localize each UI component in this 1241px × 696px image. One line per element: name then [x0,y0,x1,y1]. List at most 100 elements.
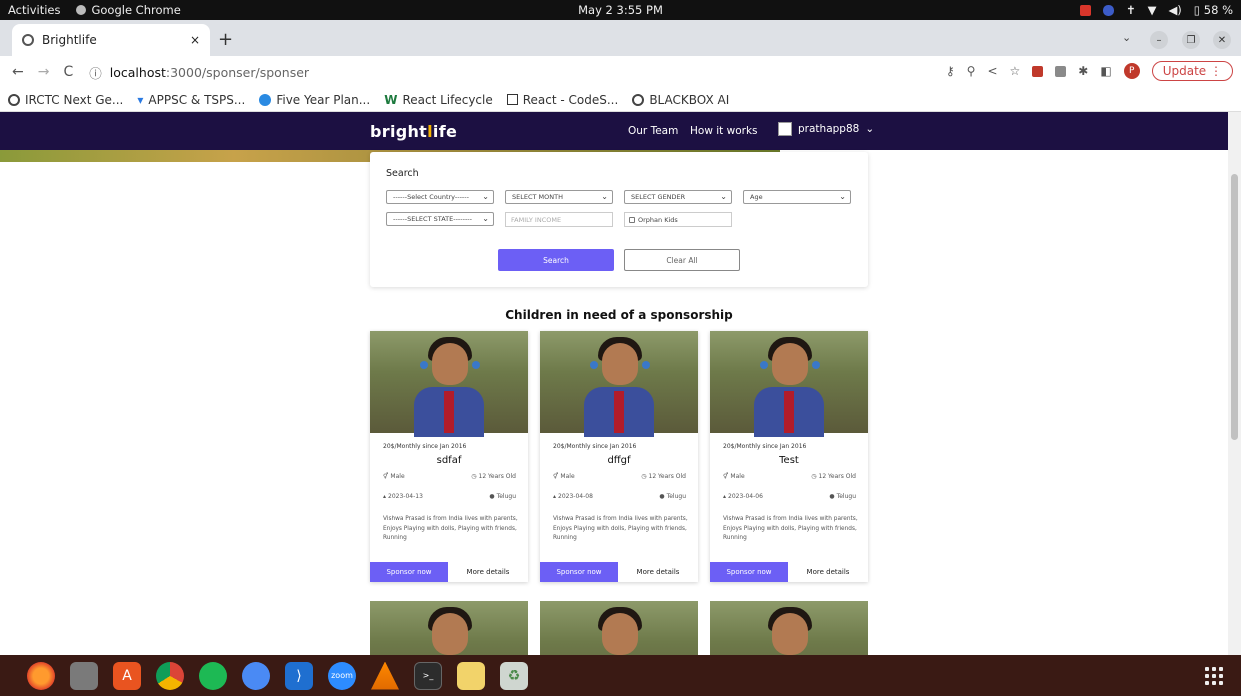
screen-record-icon [1079,4,1091,16]
date-info: ▴ 2023-04-13 [383,493,423,500]
brightlife-logo[interactable]: brightlife [370,122,457,141]
software-center-icon[interactable]: A [113,661,141,690]
battery-status: ▯ 58 % [1193,3,1233,17]
monthly-amount: 20$/Monthly since Jan 2016 [383,443,467,450]
back-arrow-icon[interactable]: ← [12,64,24,80]
more-details-button[interactable]: More details [448,562,528,582]
state-select[interactable]: ------SELECT STATE-------- ⌄ [386,212,494,226]
bookmark-star-icon[interactable]: ☆ [1010,64,1021,78]
sponsor-now-button[interactable]: Sponsor now [710,562,788,582]
section-title: Children in need of a sponsorship [505,308,733,322]
scrollbar-thumb[interactable] [1231,174,1238,440]
new-tab-button[interactable]: + [218,29,233,50]
country-select[interactable]: ------Select Country------ ⌄ [386,190,494,204]
month-select[interactable]: SELECT MONTH ⌄ [505,190,613,204]
gender-select[interactable]: SELECT GENDER ⌄ [624,190,732,204]
cake-icon: ▴ [723,493,727,500]
key-icon[interactable]: ⚷ [946,64,955,78]
profile-avatar[interactable]: P [1123,63,1140,79]
language-info: ● Telugu [489,493,516,500]
more-details-button[interactable]: More details [618,562,698,582]
globe-icon [632,93,645,106]
tab-brightlife[interactable]: Brightlife × [12,24,210,56]
files-icon[interactable] [70,661,98,690]
close-window-button[interactable]: ✕ [1213,31,1231,49]
side-panel-icon[interactable]: ◧ [1100,64,1111,78]
terminal-icon[interactable]: >_ [414,661,442,690]
url-field[interactable]: ⓘ localhost:3000/sponser/sponser [89,63,309,82]
gender-info: ⚥ Male [383,473,405,480]
child-photo [710,601,868,655]
chevron-down-icon: ⌄ [865,123,875,135]
chrome-icon[interactable] [156,661,184,690]
reload-icon[interactable]: C [63,64,73,80]
zoom-icon[interactable]: ⚲ [967,64,976,78]
child-photo [710,331,868,437]
child-card: 20$/Monthly since Jan 2016 Test ⚥ Male ◷ 1… [710,331,868,582]
zoom-icon[interactable]: zoom [328,661,356,690]
bookmark-react-lifecycle[interactable]: W React Lifecycle [384,93,493,107]
nav-how-it-works[interactable]: How it works [690,125,758,137]
monthly-amount: 20$/Monthly since Jan 2016 [553,443,637,450]
user-menu[interactable]: prathapp88 ⌄ [778,122,874,136]
clock-icon: ◷ [641,473,647,480]
update-button[interactable]: Update ⋮ [1151,61,1233,81]
chevron-down-icon: ⌄ [482,192,489,201]
show-apps-grid-icon[interactable] [1205,667,1223,685]
tab-search-chevron-icon[interactable]: ⌄ [1122,31,1131,44]
extensions-puzzle-icon[interactable]: ✱ [1078,64,1088,78]
app-menu[interactable]: Google Chrome [76,3,181,17]
user-name: prathapp88 [798,123,860,135]
chromium-icon[interactable] [242,661,270,690]
sponsor-now-button[interactable]: Sponsor now [540,562,618,582]
chat-icon: ● [829,493,835,500]
clear-all-button[interactable]: Clear All [624,249,740,271]
child-photo [370,331,528,437]
tab-close-button[interactable]: × [190,33,200,47]
taskbar: A ⟩ zoom >_ ♻ [0,655,1241,696]
battery-icon: ▯ [1193,3,1201,17]
search-button[interactable]: Search [498,249,614,271]
wifi-icon: ▼ [1147,3,1157,17]
vscode-icon[interactable]: ⟩ [285,661,313,690]
family-income-input[interactable]: FAMILY INCOME [505,212,613,227]
child-photo [370,601,528,655]
activities-button[interactable]: Activities [8,3,60,17]
globe-icon [22,34,34,46]
bookmark-react-codes[interactable]: React - CodeS... [506,93,618,107]
firefox-icon[interactable] [27,661,55,690]
globe-icon [8,93,20,106]
bookmark-blackbox-ai[interactable]: BLACKBOX AI [632,93,729,107]
share-icon[interactable]: < [987,64,997,78]
spotify-icon[interactable] [199,661,227,690]
page-scrollbar[interactable] [1228,112,1241,655]
gender-info: ⚥ Male [553,473,575,480]
accessibility-icon: ✝ [1125,3,1136,17]
trash-icon[interactable]: ♻ [500,661,528,690]
more-details-button[interactable]: More details [788,562,868,582]
bookmark-five-year-plan[interactable]: Five Year Plan... [259,93,370,107]
bookmark-irctc[interactable]: IRCTC Next Ge... [8,93,123,107]
age-info: ◷ 12 Years Old [641,473,686,480]
gender-male-icon: ⚥ [553,473,559,480]
extension-grey-icon[interactable] [1055,65,1067,77]
gender-male-icon: ⚥ [383,473,389,480]
sponsor-now-button[interactable]: Sponsor now [370,562,448,582]
maximize-button[interactable]: ❐ [1182,31,1200,49]
bookmarks-bar: IRCTC Next Ge... ▾ APPSC & TSPS... Five Y… [0,88,1241,112]
vlc-icon[interactable] [371,661,399,690]
forward-arrow-icon[interactable]: → [38,64,50,80]
bookmark-appsc[interactable]: ▾ APPSC & TSPS... [137,93,245,107]
clock-icon: ◷ [471,473,477,480]
image-viewer-icon[interactable] [457,661,485,690]
extension-red-icon[interactable] [1032,65,1044,77]
minimize-button[interactable]: – [1150,31,1168,49]
system-tray[interactable]: ✝ ▼ ◀) ▯ 58 % [1079,0,1233,20]
nav-our-team[interactable]: Our Team [628,125,678,137]
age-select[interactable]: Age ⌄ [743,190,851,204]
chat-icon: ● [489,493,495,500]
app-name: Google Chrome [91,3,181,17]
age-info: ◷ 12 Years Old [811,473,856,480]
orphan-kids-checkbox[interactable]: Orphan Kids [624,212,732,227]
clock[interactable]: May 2 3:55 PM [0,3,1241,17]
